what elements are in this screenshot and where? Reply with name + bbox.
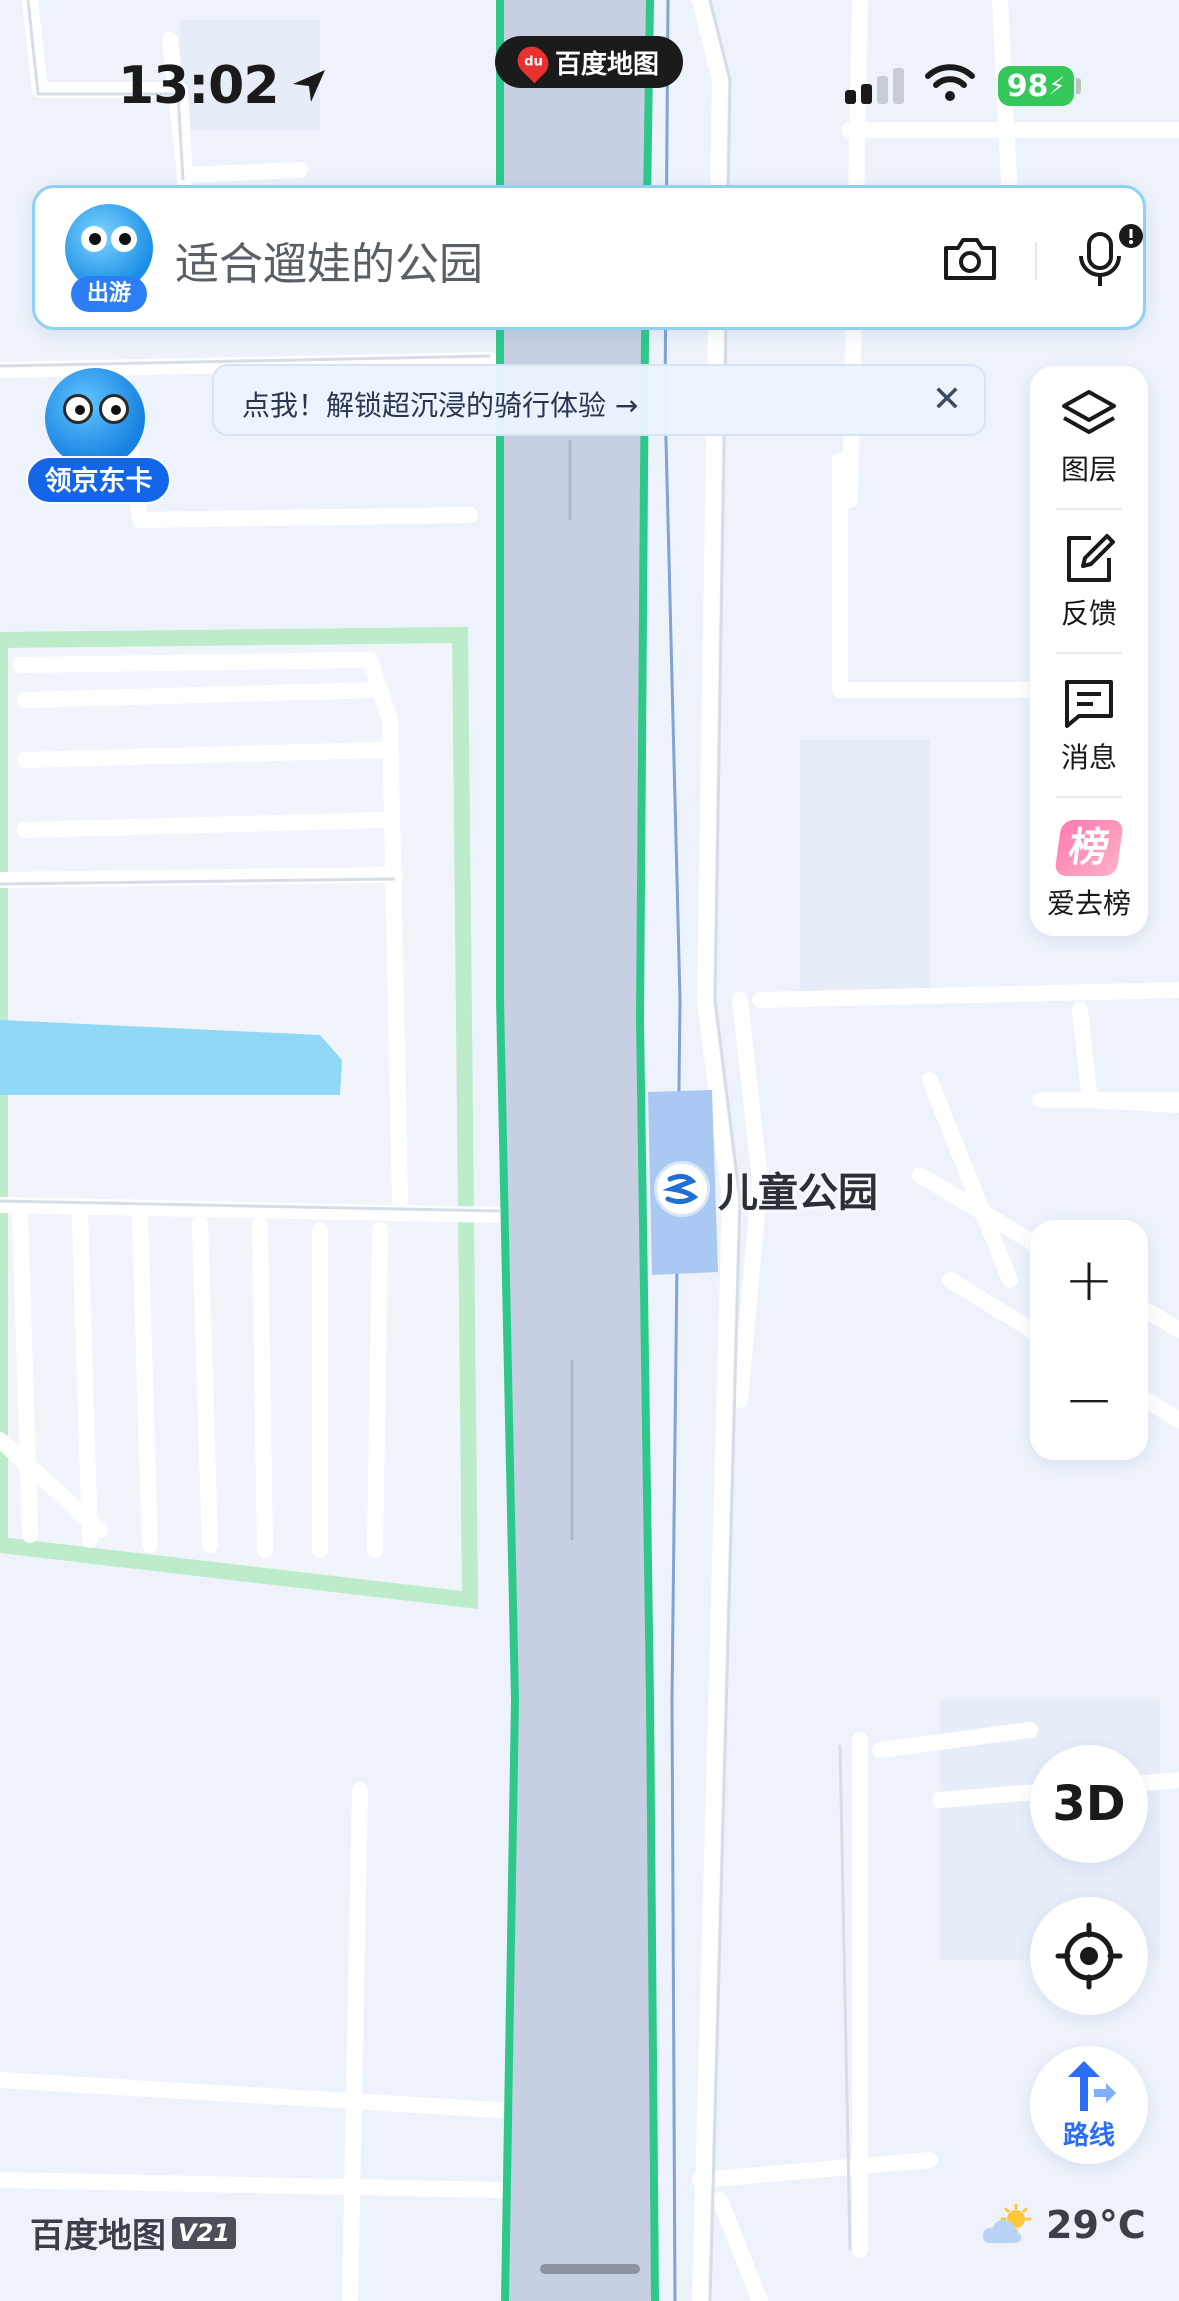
charging-bolt-icon: ⚡ — [1048, 72, 1066, 100]
map-canvas[interactable] — [0, 0, 1179, 2301]
edit-icon — [1067, 534, 1115, 582]
jd-card-mascot[interactable] — [45, 368, 145, 468]
baidu-map-icon-text: du — [523, 54, 543, 70]
message-icon — [1065, 680, 1113, 728]
brand-version: V21 — [172, 2216, 236, 2249]
home-indicator — [540, 2264, 640, 2274]
map-toolbar: 图层 反馈 消息 榜 爱去榜 — [1030, 366, 1148, 936]
mascot-eye — [111, 226, 137, 252]
toolbar-feedback[interactable]: 反馈 — [1030, 510, 1148, 652]
route-label: 路线 — [1062, 2120, 1115, 2151]
park-poi-icon — [654, 1161, 710, 1217]
banner-text: 点我！解锁超沉浸的骑行体验 → — [242, 389, 639, 422]
search-bar[interactable]: 出游 适合遛娃的公园 — [32, 185, 1146, 330]
locate-icon — [1055, 1922, 1123, 1990]
status-time-text: 13:02 — [118, 56, 280, 116]
status-time: 13:02 — [118, 56, 329, 116]
rank-icon: 榜 — [1054, 820, 1124, 876]
temperature: 29°C — [1046, 2203, 1146, 2247]
mascot-eye — [81, 226, 107, 252]
search-input[interactable]: 适合遛娃的公园 — [175, 228, 483, 292]
toolbar-label: 反馈 — [1060, 597, 1117, 630]
brand-text: 百度地图 — [30, 2216, 166, 2256]
battery-level: 98 — [1006, 68, 1049, 104]
zoom-in-button[interactable]: + — [1030, 1220, 1148, 1340]
weather-widget[interactable]: 29°C — [980, 2203, 1146, 2247]
toolbar-ranking[interactable]: 榜 爱去榜 — [1030, 798, 1148, 940]
travel-badge: 出游 — [71, 276, 147, 312]
battery-indicator: 98 ⚡ — [998, 66, 1074, 106]
app-indicator-label: 百度地图 — [554, 49, 659, 80]
toolbar-label: 消息 — [1060, 741, 1117, 774]
toolbar-messages[interactable]: 消息 — [1030, 654, 1148, 796]
wifi-icon — [925, 64, 975, 101]
zoom-control: + − — [1030, 1220, 1148, 1460]
view-3d-button[interactable]: 3D — [1030, 1745, 1148, 1863]
zoom-out-button[interactable]: − — [1030, 1340, 1148, 1460]
app-indicator-pill[interactable]: du 百度地图 — [495, 36, 683, 88]
battery-tip — [1076, 78, 1081, 94]
jd-card-badge[interactable]: 领京东卡 — [26, 456, 171, 504]
layers-icon — [1062, 390, 1116, 434]
view-3d-label: 3D — [1052, 1776, 1126, 1832]
location-arrow-icon — [292, 70, 325, 102]
cycling-promo-banner[interactable]: 点我！解锁超沉浸的骑行体验 → ✕ — [212, 364, 986, 436]
baidu-map-icon: du — [511, 40, 555, 84]
poi-marker[interactable]: 儿童公园 — [654, 1160, 878, 1218]
partly-cloudy-icon — [982, 2203, 1032, 2243]
cellular-signal-icon — [845, 68, 904, 104]
baidu-map-logo: 百度地图 V21 — [30, 2208, 236, 2257]
toolbar-label: 爱去榜 — [1046, 887, 1131, 920]
camera-icon[interactable] — [940, 234, 1000, 284]
toolbar-layers[interactable]: 图层 — [1030, 366, 1148, 508]
toolbar-label: 图层 — [1060, 453, 1117, 486]
microphone-icon[interactable] — [1075, 220, 1147, 300]
mascot-eye — [63, 394, 93, 424]
search-divider — [1035, 242, 1037, 280]
route-button[interactable]: 路线 — [1030, 2046, 1148, 2164]
poi-label: 儿童公园 — [718, 1170, 878, 1216]
close-icon[interactable]: ✕ — [932, 380, 962, 420]
route-arrow-icon — [1068, 2060, 1116, 2111]
locate-me-button[interactable] — [1030, 1897, 1148, 2015]
mascot-eye — [99, 394, 129, 424]
